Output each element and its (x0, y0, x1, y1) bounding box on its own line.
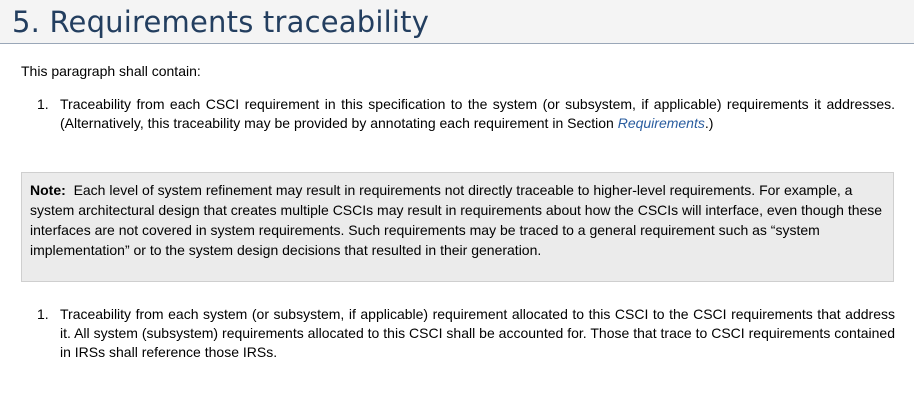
list-item: 1. Traceability from each system (or sub… (37, 305, 895, 362)
intro-paragraph: This paragraph shall contain: (21, 63, 201, 79)
list-item: 1. Traceability from each CSCI requireme… (37, 95, 895, 133)
list-item-text-before: Traceability from each CSCI requirement … (60, 96, 895, 131)
page-title: 5. Requirements traceability (12, 5, 430, 39)
note-label: Note: (30, 182, 66, 198)
list-item-number: 1. (37, 306, 49, 322)
page-header: 5. Requirements traceability (0, 0, 914, 44)
list-item-text-after: .) (704, 115, 714, 131)
list-item-text: Traceability from each system (or subsys… (60, 306, 895, 360)
list-item-number: 1. (37, 96, 49, 112)
note-text: Each level of system refinement may resu… (30, 182, 883, 258)
note-box: Note: Each level of system refinement ma… (21, 172, 894, 282)
requirements-link[interactable]: Requirements (618, 115, 705, 131)
list-item-text: Traceability from each CSCI requirement … (60, 95, 895, 133)
